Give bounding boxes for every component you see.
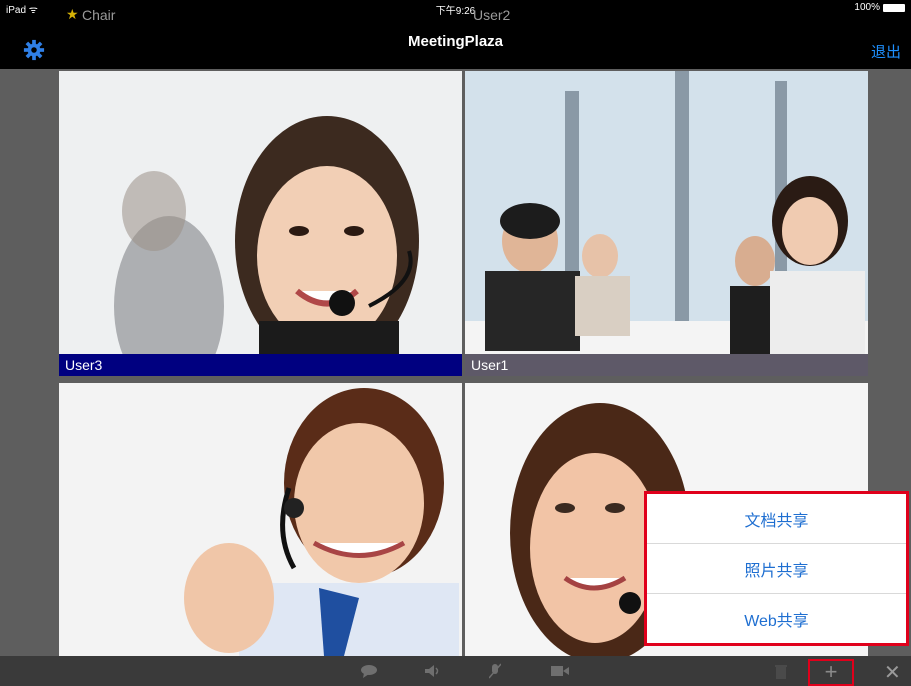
microphone-icon[interactable] bbox=[489, 663, 501, 679]
battery-icon bbox=[883, 3, 905, 12]
video-tile-user3[interactable]: User3 bbox=[59, 71, 462, 376]
add-share-button[interactable]: + bbox=[808, 659, 854, 686]
app-title: MeetingPlaza bbox=[407, 33, 504, 50]
battery-indicator: 100% bbox=[854, 2, 905, 13]
share-menu: 文档共享 照片共享 Web共享 bbox=[644, 491, 909, 646]
menu-item-document-share[interactable]: 文档共享 bbox=[647, 494, 906, 544]
video-feed-business-meeting bbox=[465, 71, 868, 376]
nav-bar: MeetingPlaza 退出 bbox=[0, 16, 911, 69]
video-tile-user1[interactable]: User1 bbox=[465, 71, 868, 376]
status-bar: iPad ᯤ 下午9:26 100% bbox=[0, 0, 911, 17]
video-feed-woman-headset bbox=[59, 71, 462, 376]
clock: 下午9:26 bbox=[435, 6, 476, 17]
speaker-icon[interactable] bbox=[424, 664, 442, 678]
chat-icon[interactable] bbox=[360, 664, 378, 678]
menu-item-web-share[interactable]: Web共享 bbox=[647, 594, 906, 643]
chair-label: Chair bbox=[82, 7, 116, 23]
video-feed-man-headset bbox=[59, 383, 462, 656]
menu-item-photo-share[interactable]: 照片共享 bbox=[647, 544, 906, 594]
close-icon[interactable]: ✕ bbox=[884, 660, 901, 685]
tile-name-label: User1 bbox=[465, 354, 868, 376]
camera-icon[interactable] bbox=[551, 665, 569, 677]
star-icon: ★ bbox=[66, 6, 79, 22]
exit-button[interactable]: 退出 bbox=[871, 41, 901, 62]
video-tile-chair[interactable] bbox=[59, 383, 462, 656]
tile-name-label: User3 bbox=[59, 354, 462, 376]
battery-percent: 100% bbox=[854, 2, 880, 13]
trash-icon[interactable] bbox=[775, 664, 787, 679]
user2-label: User2 bbox=[473, 7, 511, 23]
